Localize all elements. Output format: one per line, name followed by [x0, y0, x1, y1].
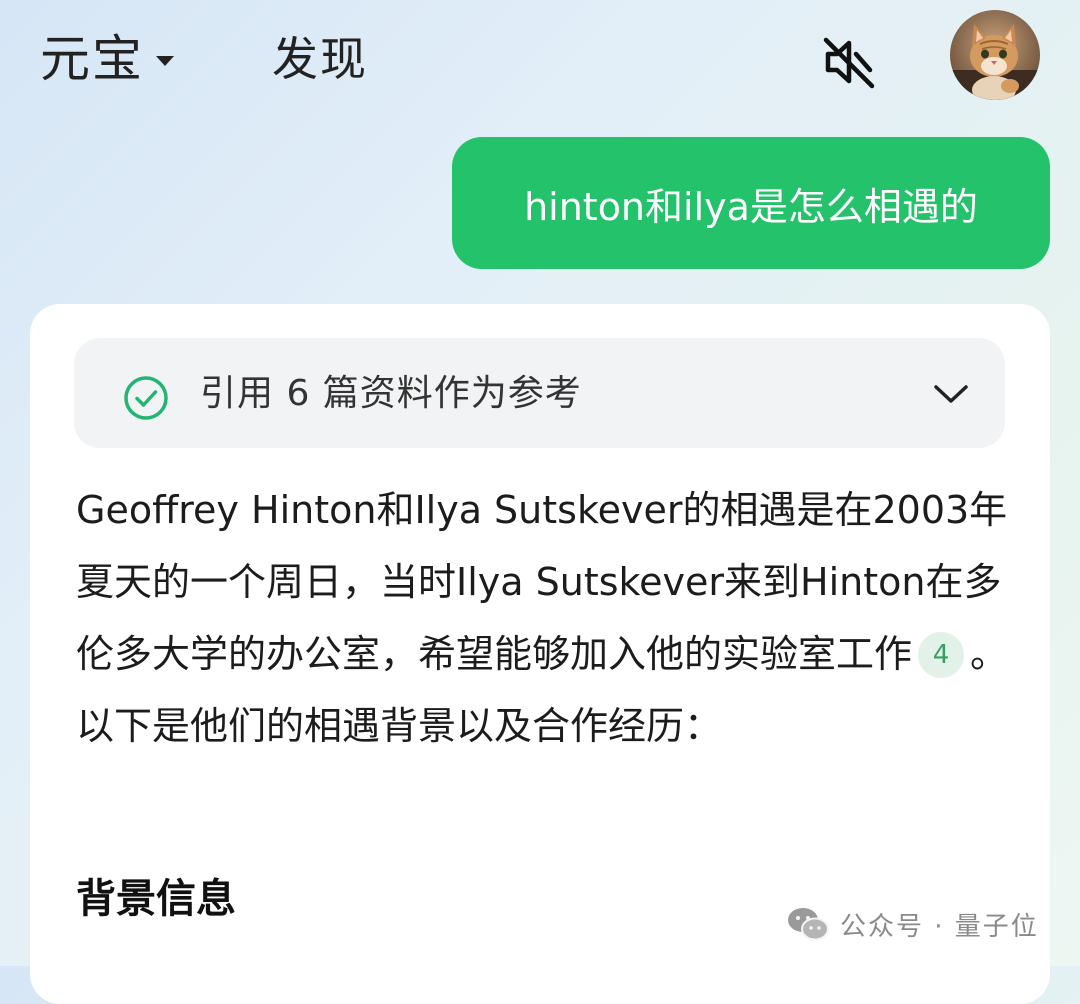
check-circle-icon — [124, 376, 168, 420]
speaker-muted-icon — [823, 37, 875, 89]
app-title: 元宝 — [40, 30, 144, 88]
references-toggle[interactable]: 引用 6 篇资料作为参考 — [74, 338, 1005, 448]
watermark: 公众号 · 量子位 — [786, 898, 1039, 950]
app-switcher[interactable]: 元宝 — [40, 24, 174, 94]
section-heading: 背景信息 — [76, 876, 236, 922]
user-message-bubble: hinton和ilya是怎么相遇的 — [452, 137, 1050, 269]
cat-avatar-icon — [950, 10, 1040, 100]
references-label: 引用 6 篇资料作为参考 — [200, 373, 582, 414]
watermark-text: 公众号 · 量子位 — [840, 911, 1039, 942]
wechat-icon — [788, 908, 829, 941]
user-avatar[interactable] — [950, 10, 1040, 100]
caret-down-icon — [156, 56, 174, 66]
answer-paragraph: Geoffrey Hinton和Ilya Sutskever的相遇是在2003年… — [76, 474, 1016, 762]
chevron-down-icon — [934, 385, 968, 403]
discover-tab[interactable]: 发现 — [272, 24, 368, 94]
answer-text-part-1: Geoffrey Hinton和Ilya Sutskever的相遇是在2003年… — [76, 488, 1008, 676]
citation-badge[interactable]: 4 — [918, 632, 965, 678]
top-bar: 元宝 发现 — [0, 0, 1080, 120]
mute-button[interactable] — [816, 30, 880, 94]
